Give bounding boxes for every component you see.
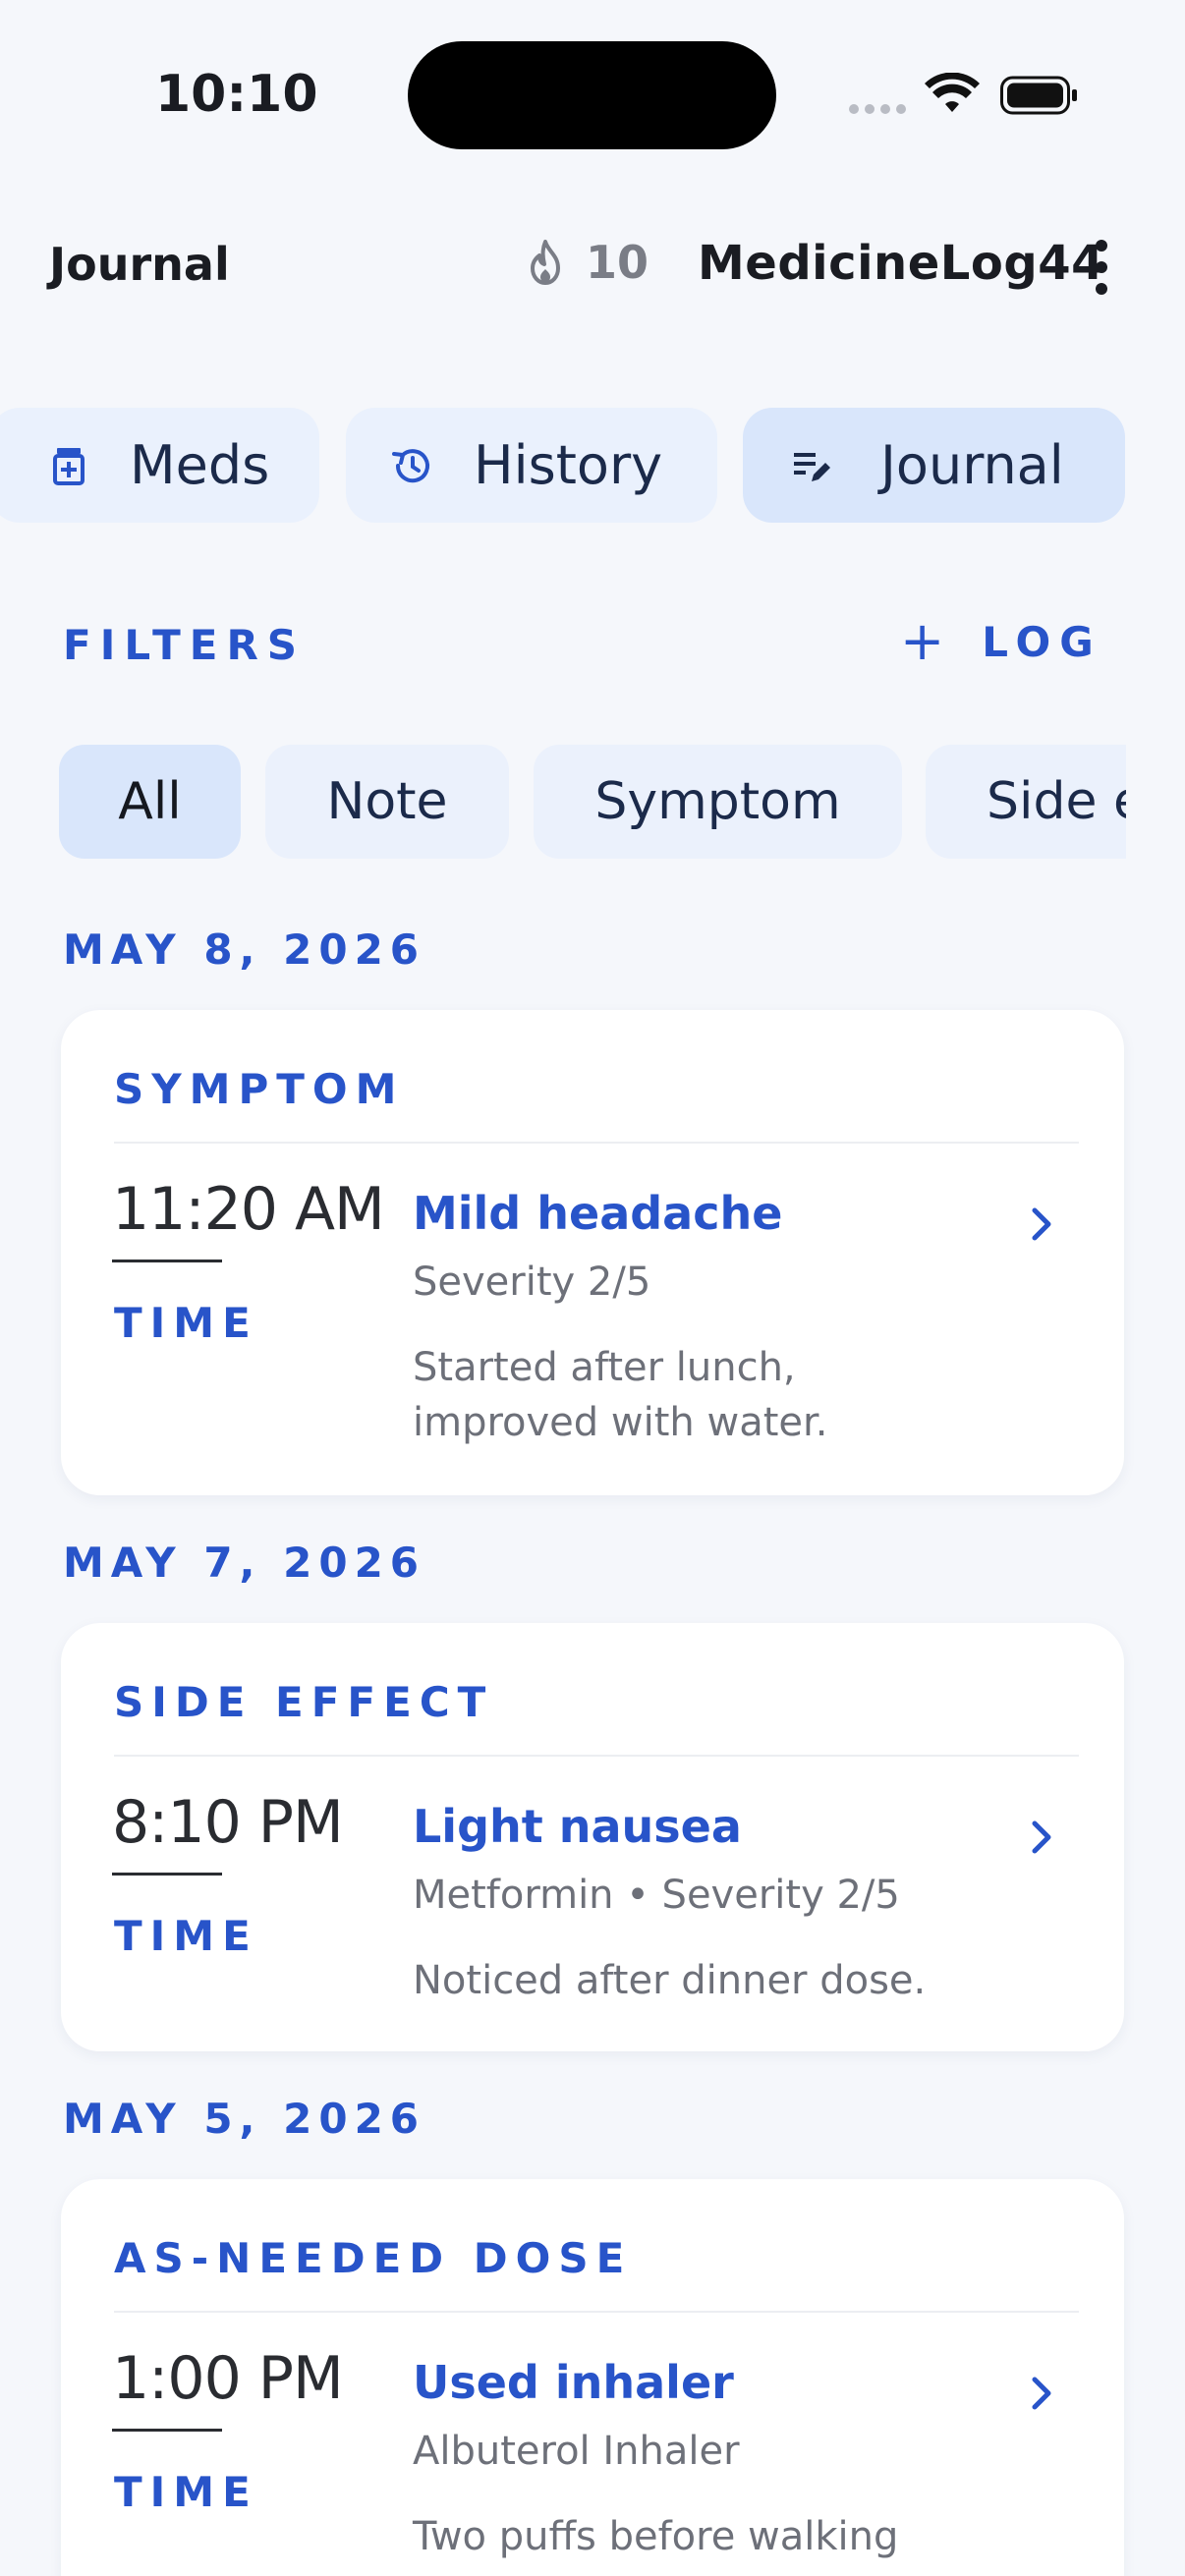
log-button[interactable]: + LOG (900, 615, 1102, 668)
cellular-signal-icon (849, 104, 906, 114)
filter-chip-side-effect[interactable]: Side effect (926, 745, 1126, 859)
time-label: TIME (114, 1912, 258, 1960)
divider (114, 1755, 1079, 1757)
divider (114, 1142, 1079, 1144)
tab-history[interactable]: History (346, 408, 717, 523)
plus-icon: + (900, 610, 945, 672)
dynamic-island (408, 41, 776, 149)
entry-time: 1:00 PM (112, 2344, 344, 2413)
divider (114, 2311, 1079, 2313)
entry-note: Noticed after dinner dose. (413, 1958, 927, 2003)
chevron-right-icon[interactable] (1024, 1816, 1059, 1859)
date-heading: MAY 7, 2026 (63, 1539, 426, 1587)
entry-meta: Metformin • Severity 2/5 (413, 1873, 900, 1918)
filters-label: FILTERS (63, 621, 307, 669)
chevron-right-icon[interactable] (1024, 2372, 1059, 2415)
date-heading: MAY 8, 2026 (63, 925, 426, 974)
page-title: Journal (49, 238, 230, 291)
tab-meds[interactable]: Meds (0, 408, 319, 523)
journal-entry-card[interactable]: SYMPTOM 11:20 AM TIME Mild headache Seve… (61, 1010, 1124, 1495)
date-heading: MAY 5, 2026 (63, 2095, 426, 2143)
journal-edit-icon (794, 452, 830, 481)
wifi-icon (925, 73, 980, 112)
time-underline (112, 2429, 222, 2432)
streak-counter[interactable]: 10 (523, 236, 649, 289)
entry-title: Mild headache (413, 1187, 783, 1240)
log-button-label: LOG (982, 617, 1102, 666)
more-options-icon[interactable] (1091, 240, 1112, 295)
time-underline (112, 1260, 222, 1262)
entry-time: 8:10 PM (112, 1788, 344, 1857)
tab-journal-label: Journal (880, 434, 1064, 496)
streak-count: 10 (586, 236, 649, 289)
entry-note: Started after lunch, improved with water… (413, 1345, 828, 1445)
entry-title: Used inhaler (413, 2356, 734, 2409)
flame-icon (531, 240, 560, 285)
entry-title: Light nausea (413, 1800, 742, 1853)
entry-type: SIDE EFFECT (114, 1678, 494, 1726)
filter-chips: All Note Symptom Side effect (0, 745, 1126, 859)
journal-entry-card[interactable]: SIDE EFFECT 8:10 PM TIME Light nausea Me… (61, 1623, 1124, 2051)
chevron-right-icon[interactable] (1024, 1203, 1059, 1246)
entry-type: SYMPTOM (114, 1065, 405, 1113)
time-label: TIME (114, 1299, 258, 1347)
history-icon (392, 448, 429, 482)
filter-chip-symptom[interactable]: Symptom (534, 745, 902, 859)
time-label: TIME (114, 2468, 258, 2516)
filter-chip-note[interactable]: Note (265, 745, 509, 859)
filter-chip-all[interactable]: All (59, 745, 241, 859)
pill-bottle-icon (53, 447, 85, 485)
journal-entry-card[interactable]: AS-NEEDED DOSE 1:00 PM TIME Used inhaler… (61, 2179, 1124, 2576)
entry-note: Two puffs before walking (413, 2514, 899, 2559)
status-time: 10:10 (155, 65, 318, 124)
battery-icon (1000, 76, 1077, 115)
entry-time: 11:20 AM (112, 1175, 385, 1244)
entry-meta: Albuterol Inhaler (413, 2429, 740, 2474)
tab-meds-label: Meds (130, 434, 270, 496)
entry-meta: Severity 2/5 (413, 1260, 651, 1305)
journal-screen: 10:10 Journal 10 MedicineLog44 Meds Hist… (0, 0, 1185, 2576)
username-label: MedicineLog44 (698, 236, 1104, 291)
tab-journal[interactable]: Journal (743, 408, 1125, 523)
time-underline (112, 1873, 222, 1876)
tab-history-label: History (474, 434, 663, 496)
entry-type: AS-NEEDED DOSE (114, 2234, 633, 2282)
